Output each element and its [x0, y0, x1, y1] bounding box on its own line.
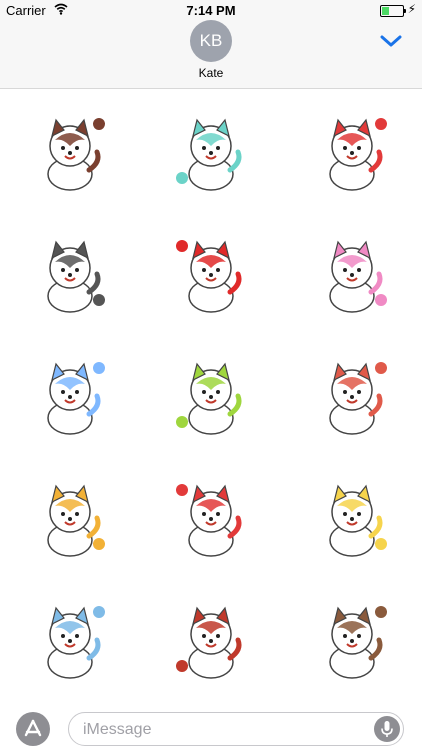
husky-with-sun-ball-icon — [175, 118, 242, 191]
sticker-husky-sleeping[interactable] — [141, 334, 282, 456]
husky-laughing-prop — [175, 660, 188, 672]
imessage-input[interactable]: iMessage — [68, 712, 404, 746]
huskies-on-red-couch-prop — [374, 118, 387, 130]
husky-sitting-shy-icon — [328, 606, 387, 679]
sticker-husky-surprised[interactable] — [281, 456, 422, 578]
husky-birthday-cake-icon — [328, 240, 387, 313]
husky-confused-prop — [175, 484, 188, 496]
huskies-with-balloons-prop — [175, 240, 188, 252]
sticker-husky-shower[interactable] — [0, 334, 141, 456]
sticker-grid — [0, 90, 422, 702]
sticker-huskies-with-balloons[interactable] — [141, 212, 282, 334]
sticker-huskies-on-red-couch[interactable] — [281, 90, 422, 212]
sticker-husky-confused[interactable] — [141, 456, 282, 578]
app-store-glyph — [24, 719, 42, 737]
contact-name[interactable]: Kate — [0, 66, 422, 80]
sticker-husky-angry-bone[interactable] — [281, 334, 422, 456]
battery-level — [382, 7, 389, 15]
contact-avatar[interactable]: KB — [190, 20, 232, 62]
husky-birthday-cake-prop — [374, 294, 387, 306]
app-store-icon[interactable] — [16, 712, 50, 746]
sticker-husky-with-sun-ball[interactable] — [141, 90, 282, 212]
husky-pointing-prop — [93, 294, 106, 306]
sticker-husky-sitting-shy[interactable] — [281, 578, 422, 700]
husky-shower-icon — [47, 362, 106, 435]
husky-running-prop — [93, 118, 106, 130]
chevron-down-icon[interactable] — [380, 34, 402, 48]
husky-crying-prop — [93, 606, 106, 618]
husky-sitting-shy-prop — [374, 606, 387, 618]
microphone-icon[interactable] — [374, 716, 400, 742]
sticker-husky-laughing[interactable] — [141, 578, 282, 700]
battery-icon — [380, 5, 406, 17]
husky-behind-wall-prop — [93, 538, 106, 550]
charging-bolt-icon: ⚡ — [407, 2, 416, 16]
husky-crying-icon — [47, 606, 106, 679]
sticker-husky-behind-wall[interactable] — [0, 456, 141, 578]
husky-laughing-icon — [175, 606, 242, 679]
clock: 7:14 PM — [186, 3, 236, 18]
husky-shower-prop — [93, 362, 106, 374]
husky-angry-bone-icon — [328, 362, 387, 435]
husky-surprised-prop — [374, 538, 387, 550]
husky-pointing-icon — [47, 240, 106, 313]
status-bar: Carrier 7:14 PM ⚡ — [0, 0, 422, 22]
husky-behind-wall-icon — [47, 484, 106, 557]
husky-sleeping-prop — [175, 416, 188, 428]
compose-bar: iMessage — [0, 702, 422, 750]
conversation-header: Carrier 7:14 PM ⚡ KB Kate — [0, 0, 422, 89]
sticker-husky-pointing[interactable] — [0, 212, 141, 334]
sticker-husky-crying[interactable] — [0, 578, 141, 700]
avatar-initials: KB — [199, 31, 223, 50]
husky-surprised-icon — [328, 484, 387, 557]
sticker-husky-running[interactable] — [0, 90, 141, 212]
microphone-glyph — [381, 721, 393, 737]
huskies-on-red-couch-icon — [328, 118, 387, 191]
sticker-husky-birthday-cake[interactable] — [281, 212, 422, 334]
imessage-placeholder: iMessage — [83, 721, 152, 738]
husky-with-sun-ball-prop — [175, 172, 188, 184]
husky-angry-bone-prop — [374, 362, 387, 374]
husky-running-icon — [47, 118, 106, 191]
husky-sleeping-icon — [175, 362, 242, 435]
huskies-with-balloons-icon — [175, 240, 242, 313]
husky-confused-icon — [175, 484, 242, 557]
